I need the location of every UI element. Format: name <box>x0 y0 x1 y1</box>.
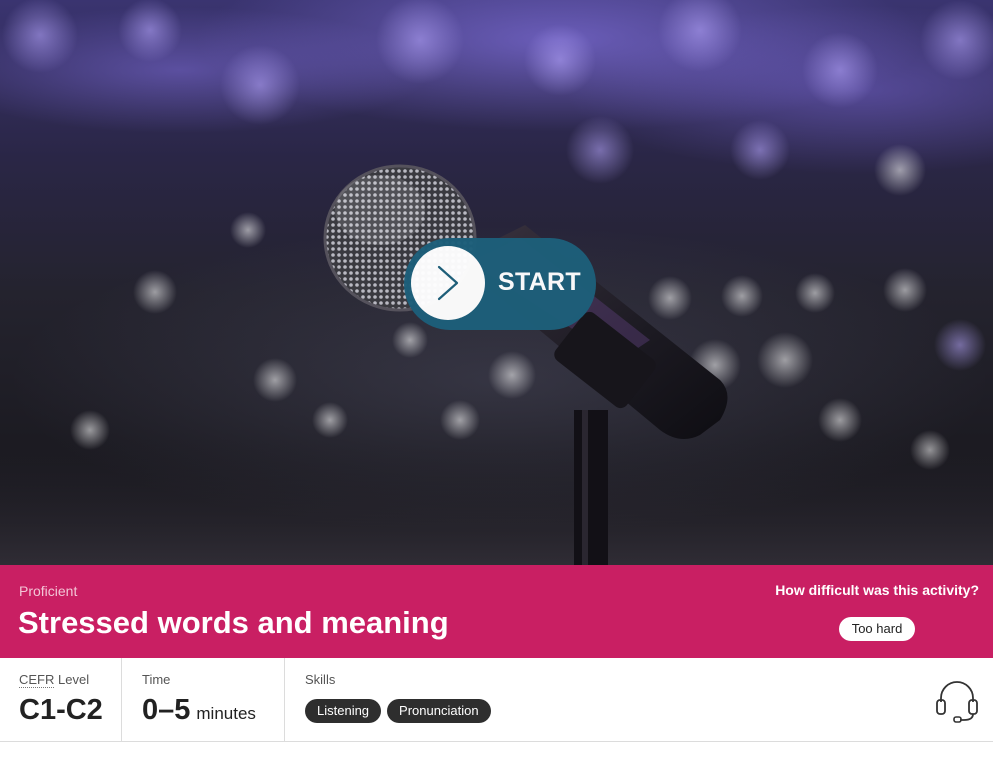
cefr-level-label: CEFR Level <box>19 672 90 688</box>
bokeh-lights <box>2 0 993 470</box>
hero-image: START <box>0 0 993 565</box>
cefr-level-section: CEFR Level C1-C2 <box>0 658 122 742</box>
page-title: Stressed words and meaning <box>18 605 449 640</box>
skill-pill-listening: Listening <box>305 699 382 723</box>
cefr-level-value: C1-C2 <box>19 694 103 726</box>
time-unit: minutes <box>196 704 256 723</box>
level-label: Proficient <box>19 583 78 599</box>
start-label: START <box>498 268 581 296</box>
activity-info-bar: CEFR Level C1-C2 Time 0–5 minutes Skills … <box>0 658 993 742</box>
skill-pill-pronunciation: Pronunciation <box>387 699 491 723</box>
cefr-label-rest: Level <box>58 672 90 687</box>
start-button[interactable]: START <box>404 238 596 330</box>
skills-list: Listening Pronunciation <box>305 699 491 723</box>
time-value: 0–5 <box>142 694 191 726</box>
difficulty-question: How difficult was this activity? <box>775 582 979 598</box>
time-value-wrap: 0–5 minutes <box>142 694 256 727</box>
cefr-abbr: CEFR <box>19 672 55 688</box>
activity-header: Proficient Stressed words and meaning Ho… <box>0 565 993 658</box>
skills-section: Skills Listening Pronunciation <box>285 658 785 742</box>
headset-icon <box>936 681 978 723</box>
time-section: Time 0–5 minutes <box>122 658 285 742</box>
skills-label: Skills <box>305 672 336 687</box>
chevron-right-icon <box>437 265 459 301</box>
start-circle <box>411 246 485 320</box>
too-hard-button[interactable]: Too hard <box>839 617 915 641</box>
activity-page: START Proficient Stressed words and mean… <box>0 0 993 774</box>
time-label: Time <box>142 672 171 687</box>
